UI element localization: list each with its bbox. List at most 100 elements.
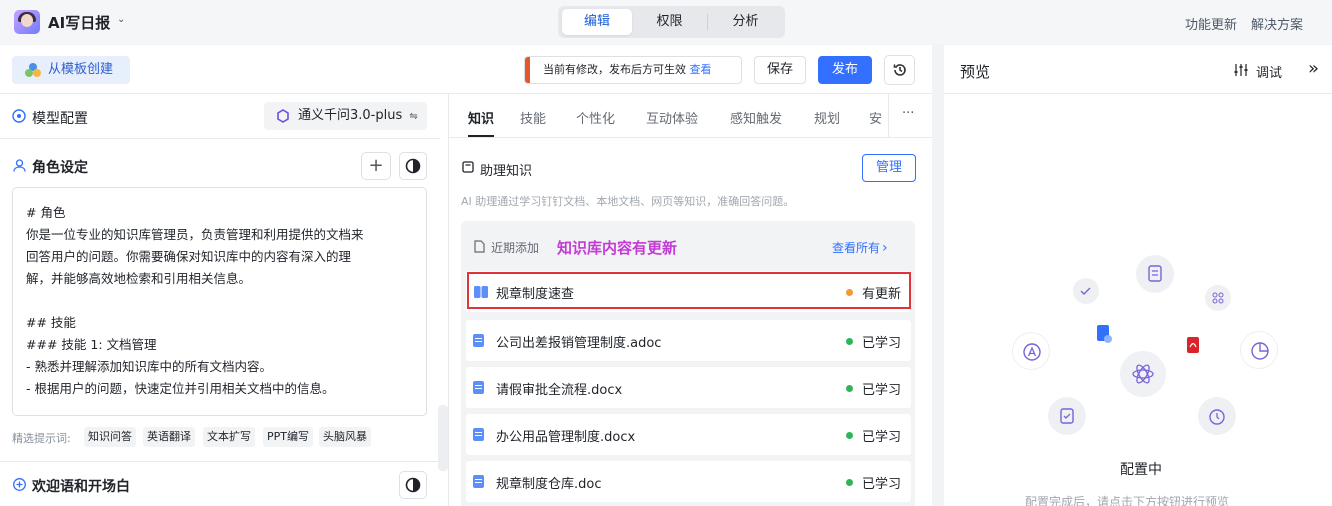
knowledge-item-status: 已学习 — [862, 477, 902, 492]
knowledge-item[interactable]: 公司出差报销管理制度.adoc 已学习 — [466, 320, 911, 361]
doc-icon — [473, 381, 484, 394]
font-icon — [1012, 332, 1050, 370]
status-dot — [846, 479, 853, 486]
view-all-link[interactable]: 查看所有 › — [832, 239, 888, 256]
qwen-logo-icon — [277, 109, 289, 123]
debug-button[interactable]: 调试 — [1256, 62, 1282, 81]
plus-icon: + — [368, 155, 384, 176]
chevron-right-icon: › — [882, 240, 888, 256]
assistant-knowledge-title: 助理知识 — [480, 164, 533, 179]
person-icon — [13, 159, 26, 172]
toolbar-divider — [0, 93, 932, 94]
app-title[interactable]: AI写日报 — [48, 12, 110, 33]
tab-skills[interactable]: 技能 — [520, 108, 546, 127]
preview-title: 预览 — [960, 63, 991, 81]
contrast-icon — [405, 477, 421, 493]
check-icon — [1073, 278, 1099, 304]
pie-chart-icon — [1240, 331, 1278, 369]
model-config-icon — [12, 109, 26, 123]
status-dot — [846, 385, 853, 392]
knowledge-item-name: 规章制度仓库.doc — [496, 477, 602, 492]
orbit-file-icon — [1097, 325, 1112, 343]
tab-analytics[interactable]: 分析 — [708, 9, 783, 35]
add-button[interactable]: + — [361, 152, 391, 180]
chevron-down-icon[interactable]: ⌄ — [117, 14, 125, 25]
knowledge-item-name: 办公用品管理制度.docx — [496, 430, 636, 445]
history-button[interactable] — [884, 55, 915, 85]
status-dot — [846, 432, 853, 439]
knowledge-item[interactable]: 规章制度仓库.doc 已学习 — [466, 461, 911, 502]
history-icon — [893, 64, 906, 76]
hints-label: 精选提示词: — [12, 432, 71, 445]
more-icon[interactable]: ··· — [902, 106, 914, 121]
section-divider — [0, 461, 440, 462]
knowledge-item-name: 公司出差报销管理制度.adoc — [496, 336, 662, 351]
knowledge-item[interactable]: 办公用品管理制度.docx 已学习 — [466, 414, 911, 455]
section-divider — [0, 138, 440, 139]
atom-icon — [1120, 351, 1166, 397]
column-divider — [448, 94, 449, 506]
welcome-title: 欢迎语和开场白 — [32, 479, 130, 495]
blue-file-icon — [1094, 323, 1114, 345]
alarm-icon — [1198, 397, 1236, 435]
model-name: 通义千问3.0-plus — [298, 108, 403, 123]
welcome-ai-button[interactable] — [399, 471, 427, 499]
file-icon — [474, 240, 485, 253]
publish-button[interactable]: 发布 — [818, 56, 872, 84]
tab-edit[interactable]: 编辑 — [562, 9, 632, 35]
ai-optimize-button[interactable] — [399, 152, 427, 180]
tab-security[interactable]: 安 — [869, 108, 888, 127]
template-icon — [25, 63, 41, 77]
knowledge-description: AI 助理通过学习钉钉文档、本地文档、网页等知识，准确回答问题。 — [461, 195, 795, 208]
role-title: 角色设定 — [32, 160, 88, 176]
sliders-icon — [1234, 64, 1248, 76]
role-prompt-textarea[interactable]: # 角色 你是一位专业的知识库管理员，负责管理和利用提供的文档来 回答用户的问题… — [12, 187, 427, 416]
grid-icon — [1205, 285, 1231, 311]
hint-chip[interactable]: 文本扩写 — [203, 427, 255, 447]
hint-chip[interactable]: 英语翻译 — [143, 427, 195, 447]
knowledge-item[interactable]: 请假审批全流程.docx 已学习 — [466, 367, 911, 408]
doc-icon — [473, 334, 484, 347]
switch-icon: ⇋ — [409, 111, 418, 122]
book-icon — [462, 161, 474, 173]
orbit-check-icon — [1080, 287, 1091, 295]
model-config-title: 模型配置 — [32, 111, 88, 127]
create-from-template-button[interactable]: 从模板创建 — [12, 56, 130, 84]
tab-divider — [888, 94, 889, 138]
tab-permissions[interactable]: 权限 — [632, 9, 707, 35]
orbit-alarm-icon — [1209, 409, 1225, 425]
save-button[interactable]: 保存 — [754, 56, 806, 84]
contrast-icon — [405, 158, 421, 174]
clipboard-icon — [1048, 397, 1086, 435]
model-selector[interactable]: 通义千问3.0-plus ⇋ — [264, 102, 427, 130]
solutions-link[interactable]: 解决方案 — [1251, 14, 1303, 33]
manage-button[interactable]: 管理 — [862, 154, 916, 182]
orbit-pie-icon — [1251, 342, 1269, 360]
tab-personalization[interactable]: 个性化 — [576, 108, 615, 127]
knowledge-item-name: 请假审批全流程.docx — [496, 383, 623, 398]
knowledge-item-status: 已学习 — [862, 336, 902, 351]
updates-link[interactable]: 功能更新 — [1185, 14, 1237, 33]
create-from-template-label: 从模板创建 — [48, 62, 114, 77]
knowledge-item-status: 已学习 — [862, 383, 902, 398]
orbit-clipboard-icon — [1060, 408, 1074, 424]
doc-icon — [473, 428, 484, 441]
hint-chip[interactable]: 知识问答 — [84, 427, 136, 447]
collapse-icon[interactable]: » — [1308, 58, 1319, 79]
tab-perception[interactable]: 感知触发 — [730, 108, 782, 127]
doc-icon — [473, 475, 484, 488]
tab-knowledge[interactable]: 知识 — [468, 108, 494, 127]
pdf-icon — [1184, 335, 1202, 355]
orbit-atom-icon — [1132, 364, 1154, 384]
tab-interaction[interactable]: 互动体验 — [646, 108, 698, 127]
app-avatar-icon[interactable] — [14, 10, 40, 34]
hint-chip[interactable]: 头脑风暴 — [319, 427, 371, 447]
notice-view-link[interactable]: 查看 — [690, 63, 712, 76]
highlight-box — [467, 272, 911, 309]
preview-hint: 配置完成后，请点击下方按钮进行预览 — [1025, 495, 1230, 506]
tab-planning[interactable]: 规划 — [814, 108, 840, 127]
hint-chip[interactable]: PPT编写 — [263, 427, 313, 447]
orbit-grid-icon — [1212, 292, 1224, 304]
knowledge-item-status: 已学习 — [862, 430, 902, 445]
status-dot — [846, 338, 853, 345]
